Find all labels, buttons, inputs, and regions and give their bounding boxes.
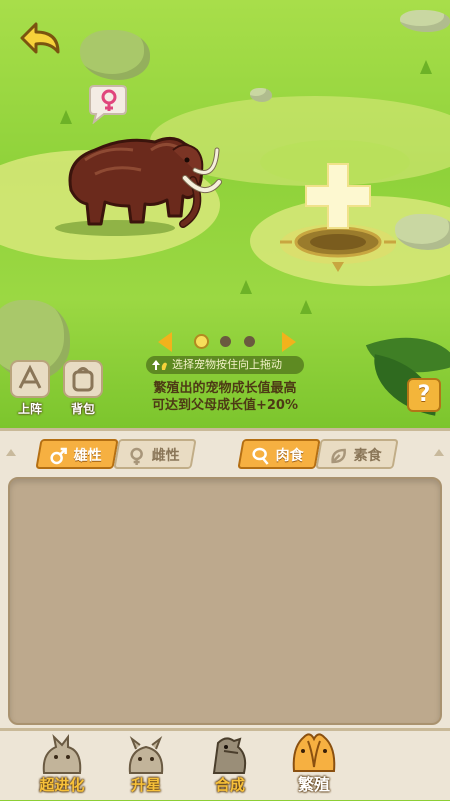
pet-pager [152,330,302,356]
rock [250,88,272,102]
rock [400,10,450,32]
pager-prev-icon[interactable] [158,332,172,352]
nav-star-up-label: 升星 [130,776,161,794]
backpack-button[interactable]: 背包 [61,360,105,420]
bottom-nav: 超进化 升星 合成 繁殖 [0,728,450,800]
plus-icon [305,163,371,229]
rock [80,30,150,80]
pager-dot[interactable] [220,336,231,347]
breeding-info-line2: 可达到父母成长值+20% [151,398,298,413]
pet-selection-panel: 雄性 雌性 肉食 素食 [0,428,450,728]
grass-tuft [240,280,252,294]
breeding-icon [292,733,336,772]
male-symbol-icon [50,447,67,465]
star-up-icon [128,736,164,774]
deploy-label: 上阵 [17,402,42,416]
drag-up-icon [152,360,167,370]
tab-male[interactable]: 雄性 [35,439,119,469]
pager-dot[interactable] [196,336,207,347]
nav-super-evolution[interactable]: 超进化 [22,731,102,801]
nav-synthesis[interactable]: 合成 [190,731,270,801]
help-button[interactable]: ? [407,378,441,412]
deploy-button[interactable]: 上阵 [8,360,52,420]
super-evolution-icon [42,733,82,774]
drag-hint: 选择宠物按住向上拖动 [146,356,304,374]
breeding-slot[interactable] [272,150,412,280]
nav-super-evolution-label: 超进化 [39,776,85,794]
nav-breeding[interactable]: 繁殖 [274,731,354,801]
gender-tabs: 雄性 雌性 [35,439,197,469]
breeding-info-line1: 繁殖出的宠物成长值最高 [153,381,297,396]
nav-synthesis-label: 合成 [214,776,245,794]
grass-tuft [420,60,432,74]
leaf-icon [331,448,346,464]
breeding-info: 繁殖出的宠物成长值最高 可达到父母成长值+20% [120,380,330,414]
backpack-icon [63,360,103,398]
tab-female[interactable]: 雌性 [113,439,197,469]
tab-herbivore-label: 素食 [353,448,382,464]
backpack-label: 背包 [70,402,95,416]
meat-icon [252,447,269,465]
nav-star-up[interactable]: 升星 [106,731,186,801]
mammoth-pet[interactable] [55,120,225,240]
tab-male-label: 雄性 [73,448,102,464]
female-symbol-icon [130,447,143,465]
tab-carnivore-label: 肉食 [275,448,304,464]
female-symbol-icon [89,85,127,124]
back-arrow-icon[interactable] [14,16,64,64]
tab-carnivore[interactable]: 肉食 [237,439,321,469]
drag-hint-text: 选择宠物按住向上拖动 [172,358,282,371]
tab-female-label: 雌性 [151,448,180,464]
pager-next-icon[interactable] [282,332,296,352]
tab-herbivore[interactable]: 素食 [315,439,399,469]
deploy-icon [10,360,50,398]
nav-breeding-label: 繁殖 [297,775,330,794]
pet-list[interactable] [8,477,442,725]
panel-corner [6,449,16,456]
panel-corner [434,449,444,456]
battle-scene: 选择宠物按住向上拖动 繁殖出的宠物成长值最高 可达到父母成长值+20% 上阵 背… [0,0,450,428]
grass-tuft [300,300,312,314]
synthesis-icon [212,737,247,774]
diet-tabs: 肉食 素食 [237,439,399,469]
pager-dot[interactable] [244,336,255,347]
